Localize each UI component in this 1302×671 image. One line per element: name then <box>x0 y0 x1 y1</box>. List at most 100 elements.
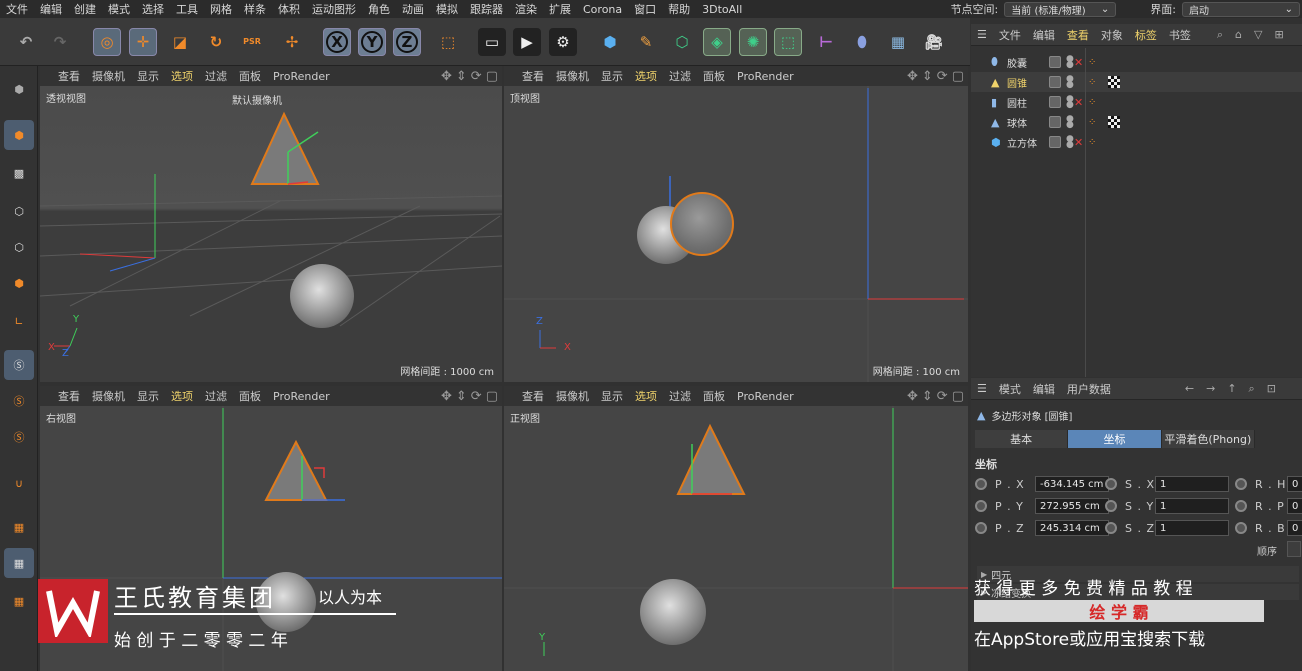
menu-file[interactable]: 文件 <box>0 1 34 17</box>
quantize-button[interactable]: Ⓢ <box>4 422 34 452</box>
menu-animate[interactable]: 动画 <box>396 1 430 17</box>
axis-mode-button[interactable]: ∟ <box>4 306 34 336</box>
floor-button[interactable]: ▦ <box>884 28 912 56</box>
am-menu-mode[interactable]: 模式 <box>993 381 1027 397</box>
viewport-front[interactable]: 查看 摄像机 显示 选项 过滤 面板 ProRender ✥ ⇕ ⟳ ▢ 正视图 Y <box>504 386 968 671</box>
lock-y-button[interactable]: Y <box>358 28 386 56</box>
mograph-button[interactable]: ⬚ <box>774 28 802 56</box>
live-selection-button[interactable]: ◎ <box>93 28 121 56</box>
menu-help[interactable]: 帮助 <box>662 1 696 17</box>
menu-edit[interactable]: 编辑 <box>34 1 68 17</box>
scale-y-field[interactable]: 1 <box>1155 498 1229 514</box>
menu-window[interactable]: 窗口 <box>628 1 662 17</box>
viewport-top[interactable]: 查看 摄像机 显示 选项 过滤 面板 ProRender ✥ ⇕ ⟳ ▢ 顶视图 Z … <box>504 66 968 382</box>
menu-mode[interactable]: 模式 <box>102 1 136 17</box>
cloner-button[interactable]: ✺ <box>739 28 767 56</box>
home-icon[interactable]: ⌂ <box>1229 28 1248 41</box>
scale-x-field[interactable]: 1 <box>1155 476 1229 492</box>
menu-character[interactable]: 角色 <box>362 1 396 17</box>
transform-button[interactable]: ✢ <box>278 28 306 56</box>
edit-toggle[interactable] <box>1049 76 1061 88</box>
add-icon[interactable]: ⊞ <box>1269 28 1290 41</box>
forward-arrow-icon[interactable]: → <box>1200 382 1221 395</box>
camera-button[interactable]: 🎥︎ <box>920 28 948 56</box>
keyframe-icon[interactable] <box>1105 500 1117 512</box>
render-settings-button[interactable]: ⚙ <box>549 28 577 56</box>
add-cube-button[interactable]: ⬢ <box>596 28 624 56</box>
object-row[interactable]: ⬢ 立方体 ● ● ✕ ⁘ <box>971 132 1302 152</box>
search-icon[interactable]: ⌕ <box>1243 382 1261 396</box>
menu-volume[interactable]: 体积 <box>272 1 306 17</box>
viewport-perspective[interactable]: 查看 摄像机 显示 选项 过滤 面板 ProRender ✥ ⇕ ⟳ ▢ 透视视图 默… <box>40 66 502 382</box>
menu-mograph[interactable]: 运动图形 <box>306 1 362 17</box>
menu-spline[interactable]: 样条 <box>238 1 272 17</box>
make-editable-button[interactable]: ⬢ <box>4 74 34 104</box>
menu-mesh[interactable]: 网格 <box>204 1 238 17</box>
render-toggle-icon[interactable]: ✕ <box>1074 56 1083 69</box>
undo-button[interactable]: ↶ <box>12 28 40 56</box>
snap-settings-button[interactable]: Ⓢ <box>4 386 34 416</box>
scale-z-field[interactable]: 1 <box>1155 520 1229 536</box>
om-menu-view[interactable]: 查看 <box>1061 27 1095 43</box>
rot-p-field[interactable]: 0 <box>1287 498 1302 514</box>
om-menu-object[interactable]: 对象 <box>1095 27 1129 43</box>
rot-h-field[interactable]: 0 <box>1287 476 1302 492</box>
filter-icon[interactable]: ▽ <box>1248 28 1268 41</box>
menu-tracker[interactable]: 跟踪器 <box>464 1 509 17</box>
cone-object-top[interactable] <box>670 192 734 256</box>
field-button[interactable]: ⬮ <box>848 28 876 56</box>
hamburger-icon[interactable]: ☰ <box>971 382 993 395</box>
model-mode-button[interactable]: ⬢ <box>4 120 34 150</box>
phong-tag-icon[interactable]: ⁘ <box>1088 77 1096 88</box>
node-space-dropdown[interactable]: 当前 (标准/物理) ⌄ <box>1004 1 1117 17</box>
visibility-dots[interactable]: ● ● <box>1066 135 1074 150</box>
render-toggle-icon[interactable]: ✕ <box>1074 96 1083 109</box>
pos-y-field[interactable]: 272.955 cm <box>1035 498 1109 514</box>
render-toggle-icon[interactable]: ✕ <box>1074 136 1083 149</box>
polygons-mode-button[interactable]: ⬢ <box>4 268 34 298</box>
move-tool-button[interactable]: ✛ <box>129 28 157 56</box>
psr-button[interactable]: PSR <box>238 28 266 56</box>
pos-z-field[interactable]: 245.314 cm <box>1035 520 1109 536</box>
phong-tag-icon[interactable]: ⁘ <box>1088 117 1096 128</box>
object-row-selected[interactable]: ▲ 圆锥 ● ● ⁘ <box>971 72 1302 92</box>
tab-coord[interactable]: 坐标 <box>1068 430 1162 448</box>
material-tag-icon[interactable] <box>1108 76 1120 88</box>
keyframe-icon[interactable] <box>975 478 987 490</box>
render-view-button[interactable]: ▭ <box>478 28 506 56</box>
keyframe-icon[interactable] <box>975 500 987 512</box>
visibility-dots[interactable]: ● ● <box>1066 95 1074 110</box>
snap-button[interactable]: Ⓢ <box>4 350 34 380</box>
keyframe-icon[interactable] <box>1105 522 1117 534</box>
search-icon[interactable]: ⌕ <box>1211 28 1229 42</box>
menu-tools[interactable]: 工具 <box>170 1 204 17</box>
pen-spline-button[interactable]: ✎ <box>632 28 660 56</box>
edit-toggle[interactable] <box>1049 136 1061 148</box>
edit-toggle[interactable] <box>1049 116 1061 128</box>
back-arrow-icon[interactable]: ← <box>1179 382 1200 395</box>
edit-toggle[interactable] <box>1049 96 1061 108</box>
hamburger-icon[interactable]: ☰ <box>971 28 993 41</box>
menu-create[interactable]: 创建 <box>68 1 102 17</box>
phong-tag-icon[interactable]: ⁘ <box>1088 57 1096 68</box>
keyframe-icon[interactable] <box>1105 478 1117 490</box>
material-tag-icon[interactable] <box>1108 116 1120 128</box>
am-menu-userdata[interactable]: 用户数据 <box>1061 381 1117 397</box>
object-row[interactable]: ▮ 圆柱 ● ● ✕ ⁘ <box>971 92 1302 112</box>
menu-corona[interactable]: Corona <box>577 3 628 16</box>
lock-icon[interactable]: ⊡ <box>1261 382 1282 395</box>
am-menu-edit[interactable]: 编辑 <box>1027 381 1061 397</box>
sphere-object[interactable] <box>640 579 706 645</box>
om-menu-bookmarks[interactable]: 书签 <box>1163 27 1197 43</box>
edit-toggle[interactable] <box>1049 56 1061 68</box>
workplane-button[interactable]: ▦ <box>4 512 34 542</box>
tab-basic[interactable]: 基本 <box>975 430 1069 448</box>
menu-3dtoall[interactable]: 3DtoAll <box>696 3 748 16</box>
lock-x-button[interactable]: X <box>323 28 351 56</box>
coordinate-system-button[interactable]: ⬚ <box>434 28 462 56</box>
order-dropdown[interactable] <box>1287 541 1301 557</box>
lock-z-button[interactable]: Z <box>393 28 421 56</box>
deformer-button[interactable]: ⊢ <box>812 28 840 56</box>
workplane-mode-button[interactable]: ▦ <box>4 586 34 616</box>
visibility-dots[interactable]: ● ● <box>1066 55 1074 70</box>
